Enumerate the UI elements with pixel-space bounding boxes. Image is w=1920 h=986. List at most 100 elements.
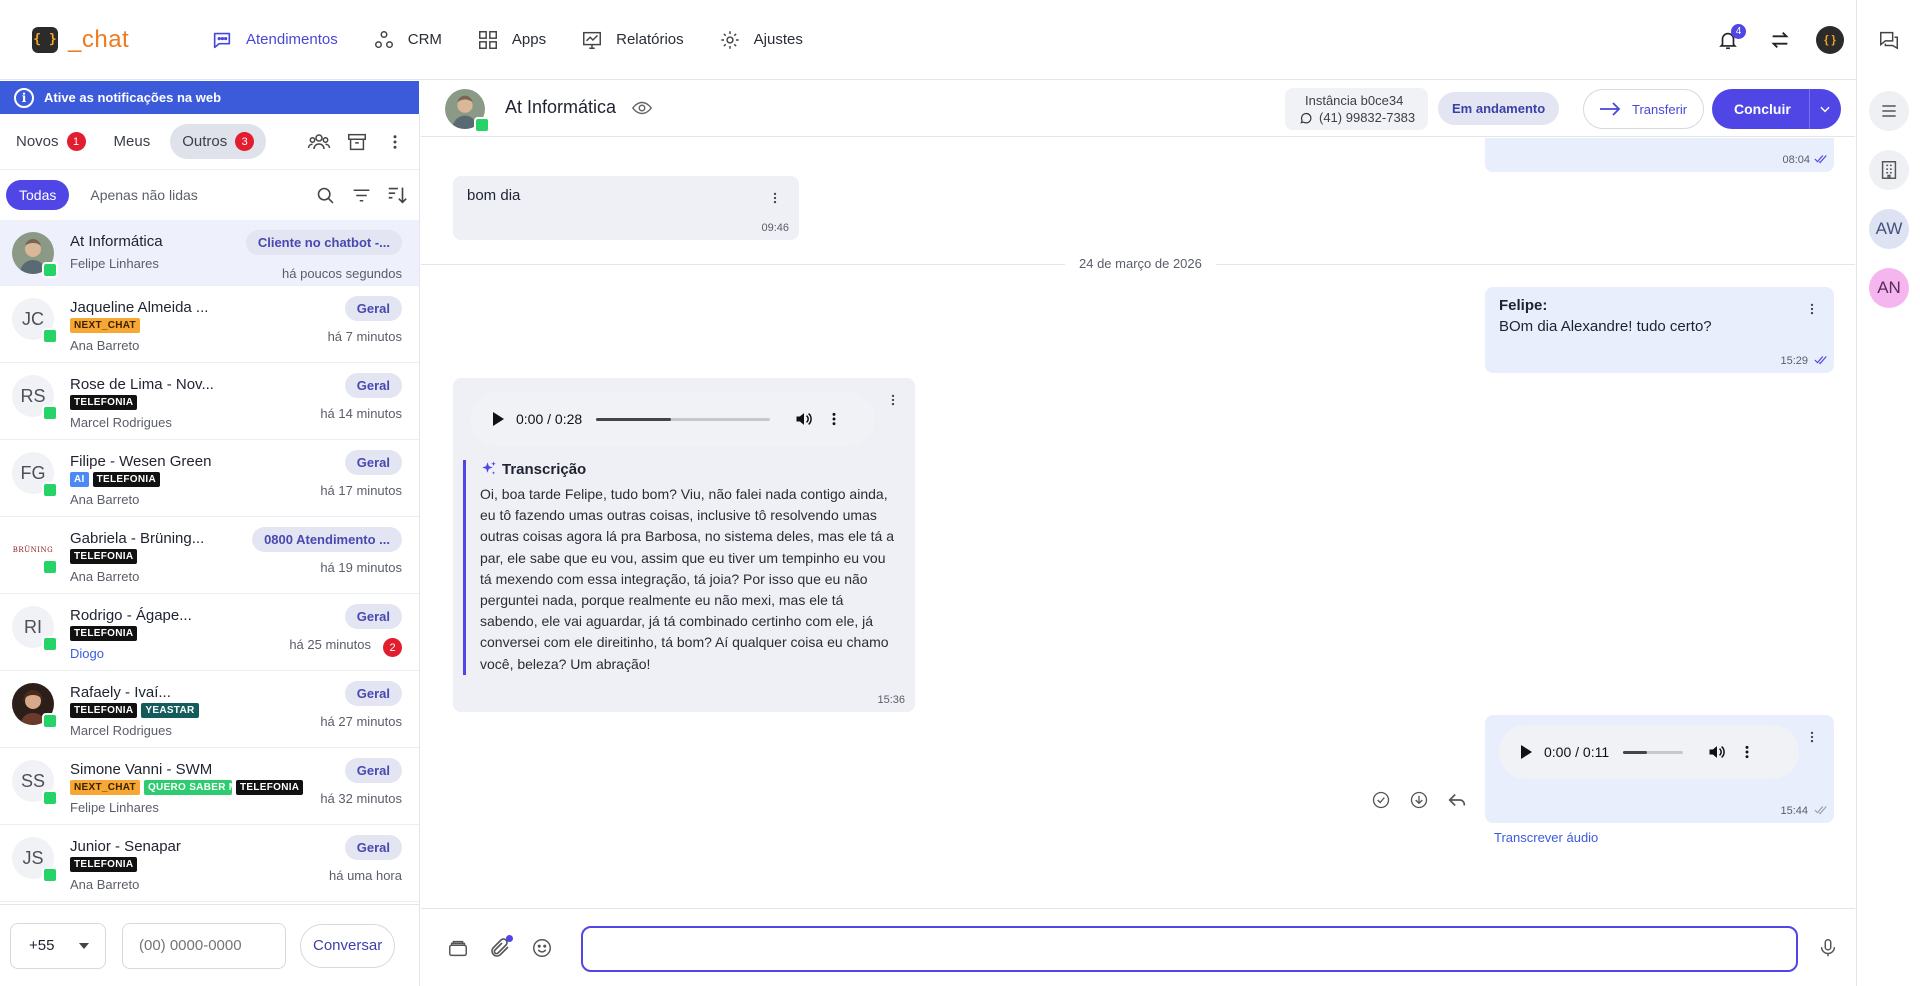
transfer-button[interactable]: Transferir <box>1583 89 1705 129</box>
phone-input[interactable] <box>122 922 286 969</box>
tab-novos[interactable]: Novos 1 <box>8 126 94 157</box>
archive-button[interactable] <box>343 128 371 156</box>
message-bubble-in: bom dia 09:46 <box>453 176 799 240</box>
nav-ajustes[interactable]: Ajustes <box>718 28 803 52</box>
notification-banner[interactable]: i Ative as notificações na web <box>0 81 419 114</box>
audio-player[interactable]: 0:00 / 0:28 <box>471 392 875 446</box>
switch-button[interactable] <box>1764 24 1796 56</box>
conversation-row[interactable]: Rafaely - Ivaí... TELEFONIA YEASTAR Marc… <box>0 671 419 748</box>
message-time: 08:04 <box>1782 154 1810 166</box>
contact-name: Jaqueline Almeida ... <box>70 299 209 316</box>
sort-button[interactable] <box>383 181 411 209</box>
audio-message-in: 0:00 / 0:28 Transcrição Oi, boa tarde Fe… <box>453 378 915 712</box>
message-menu-button[interactable] <box>767 190 783 206</box>
right-rail: AW AN <box>1856 0 1920 986</box>
building-icon <box>1881 161 1897 179</box>
audio-more-icon[interactable] <box>826 411 842 427</box>
attach-button[interactable] <box>487 935 513 961</box>
tab-count: 1 <box>66 132 86 151</box>
play-icon[interactable] <box>1521 745 1532 759</box>
company-button[interactable] <box>1869 150 1909 190</box>
volume-icon[interactable] <box>1707 742 1727 762</box>
transcribe-audio-link[interactable]: Transcrever áudio <box>1494 830 1598 845</box>
conversation-row[interactable]: JC Jaqueline Almeida ... NEXT_CHAT Ana B… <box>0 286 419 363</box>
nav-apps[interactable]: Apps <box>476 28 546 52</box>
nav-relatorios[interactable]: Relatórios <box>580 28 684 52</box>
nav-atendimentos[interactable]: Atendimentos <box>210 28 338 52</box>
microphone-button[interactable] <box>1815 935 1841 961</box>
rail-avatar-an[interactable]: AN <box>1869 268 1909 308</box>
country-code-select[interactable]: +55 <box>10 922 106 969</box>
last-activity: há 19 minutos <box>320 560 402 575</box>
filter-icon <box>353 188 369 202</box>
whatsapp-outline-icon <box>1300 112 1312 123</box>
conclude-button[interactable]: Concluir <box>1712 101 1809 117</box>
tab-label: Outros <box>182 133 228 150</box>
more-options-button[interactable] <box>381 128 409 156</box>
templates-button[interactable] <box>445 935 471 961</box>
search-button[interactable] <box>311 181 339 209</box>
message-menu-button[interactable] <box>1804 301 1820 317</box>
start-conversation-button[interactable]: Conversar <box>300 923 396 968</box>
transcription-title: Transcrição <box>502 460 587 478</box>
audio-progress[interactable] <box>1623 750 1684 754</box>
conversation-list: At Informática Felipe Linhares Cliente n… <box>0 220 419 904</box>
message-menu-button[interactable] <box>1804 729 1820 745</box>
user-avatar[interactable]: { } <box>1816 26 1844 54</box>
agent-name: Ana Barreto <box>70 877 140 892</box>
play-icon[interactable] <box>493 412 504 426</box>
nav-crm[interactable]: CRM <box>372 28 442 52</box>
volume-icon[interactable] <box>794 409 814 429</box>
tab-outros[interactable]: Outros 3 <box>170 124 267 159</box>
conversation-row[interactable]: JS Junior - Senapar TELEFONIA Ana Barret… <box>0 825 419 902</box>
last-activity: há 25 minutos <box>289 637 371 652</box>
notification-badge: 4 <box>1731 24 1746 39</box>
conversation-row[interactable]: RI Rodrigo - Ágape... TELEFONIA Diogo Ge… <box>0 594 419 671</box>
whatsapp-icon <box>42 867 58 883</box>
kebab-icon <box>891 394 895 406</box>
kebab-icon <box>773 192 777 204</box>
conversation-row[interactable]: RS Rose de Lima - Nov... TELEFONIA Marce… <box>0 363 419 440</box>
audio-progress[interactable] <box>596 417 771 421</box>
emoji-button[interactable] <box>529 935 555 961</box>
message-time: 15:36 <box>877 694 905 706</box>
new-conversation-bar: +55 Conversar <box>0 904 419 986</box>
menu-button[interactable] <box>1869 91 1909 131</box>
agent-name: Marcel Rodrigues <box>70 723 172 738</box>
message-text: bom dia <box>467 187 521 204</box>
last-activity: há poucos segundos <box>282 266 402 281</box>
notifications-button[interactable]: 4 <box>1712 24 1746 56</box>
contact-tag: TELEFONIA <box>70 395 138 410</box>
reply-button[interactable] <box>1445 788 1469 812</box>
message-input[interactable] <box>581 926 1798 972</box>
conclude-dropdown[interactable] <box>1808 89 1841 129</box>
conversation-row[interactable]: FG Filipe - Wesen Green AI TELEFONIA Ana… <box>0 440 419 517</box>
messages-panel-button[interactable] <box>1869 20 1909 60</box>
download-button[interactable] <box>1407 788 1431 812</box>
audio-more-icon[interactable] <box>1739 744 1755 760</box>
double-check-icon <box>1814 806 1827 815</box>
unread-badge: 2 <box>383 638 402 657</box>
logo-icon: { } <box>32 26 58 53</box>
contact-name: Rodrigo - Ágape... <box>70 607 192 624</box>
chat-icon <box>1880 31 1898 50</box>
check-circle-button[interactable] <box>1369 788 1393 812</box>
message-menu-button[interactable] <box>885 392 901 408</box>
kebab-icon <box>393 135 397 149</box>
queue-pill: Geral <box>344 604 402 629</box>
agent-name: Diogo <box>70 646 104 661</box>
whatsapp-icon <box>42 559 58 575</box>
conversation-row[interactable]: At Informática Felipe Linhares Cliente n… <box>0 220 419 286</box>
tab-meus[interactable]: Meus <box>106 127 159 156</box>
filter-todas[interactable]: Todas <box>6 180 70 210</box>
eye-icon[interactable] <box>631 97 653 122</box>
tab-label: Meus <box>113 133 151 150</box>
groups-button[interactable] <box>305 128 333 156</box>
rail-avatar-aw[interactable]: AW <box>1869 209 1909 249</box>
audio-player[interactable]: 0:00 / 0:11 <box>1499 725 1799 779</box>
filter-button[interactable] <box>347 181 375 209</box>
app-logo[interactable]: { } _chat <box>32 26 182 54</box>
filter-nao-lidas[interactable]: Apenas não lidas <box>77 180 210 210</box>
conversation-row[interactable]: BRÜNING Gabriela - Brüning... TELEFONIA … <box>0 517 419 594</box>
conversation-row[interactable]: SS Simone Vanni - SWM NEXT_CHAT QUERO SA… <box>0 748 419 825</box>
